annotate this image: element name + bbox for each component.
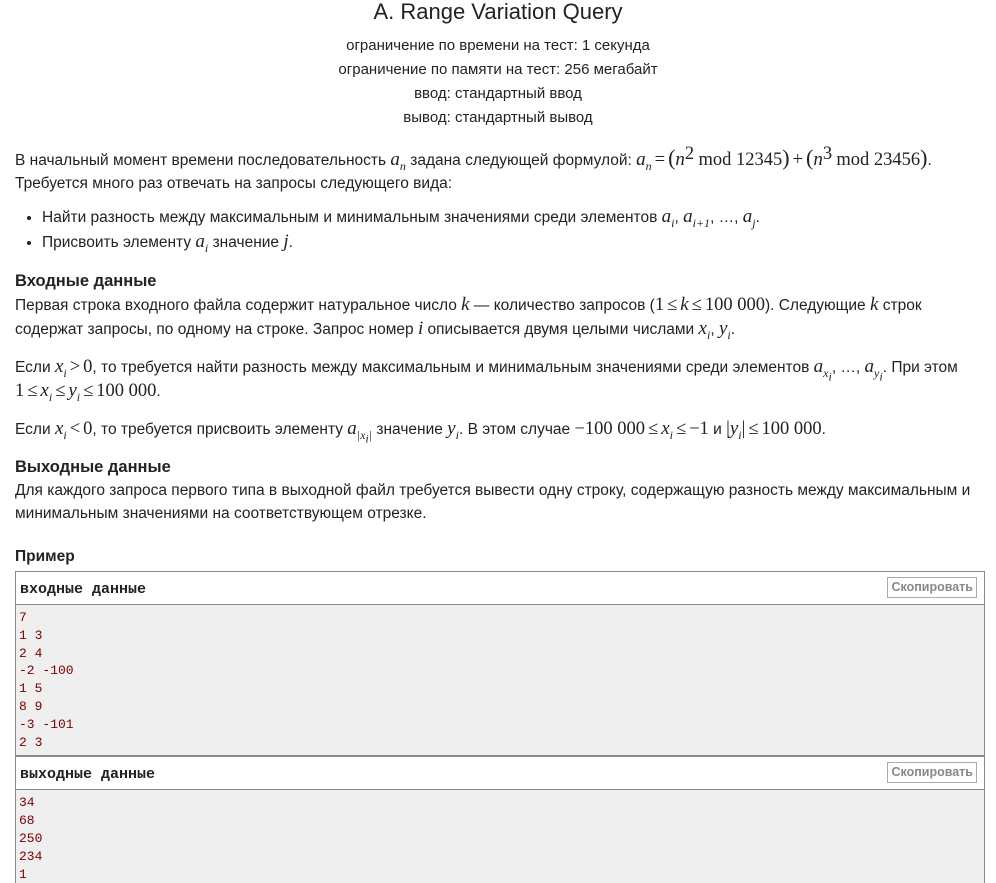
input-paragraph: Первая строка входного файла содержит на…: [15, 294, 922, 342]
input-paragraph: Если xi <0, то требуется присвоить элемен…: [15, 418, 826, 446]
sample-input-text: 7 1 3 2 4 -2 -100 1 5 8 9 -3 -101 2 3: [16, 605, 984, 756]
example-heading: Пример: [15, 548, 75, 565]
statement-text: задана следующей формулой:: [410, 152, 632, 169]
output-paragraph: Для каждого запроса первого типа в выход…: [15, 482, 971, 522]
output-heading: Выходные данные: [15, 458, 171, 476]
problem-limits: ограничение по времени на тест: 1 секунд…: [0, 36, 996, 132]
query-types-list: Найти разность между максимальным и мини…: [15, 205, 985, 255]
problem-page: A. Range Variation Query ограничение по …: [0, 0, 996, 883]
sample-output-title: выходные данные: [20, 766, 156, 784]
input-file: ввод: стандартный ввод: [414, 85, 582, 102]
sample-input-header: входные данные Скопировать: [16, 572, 984, 605]
problem-header: A. Range Variation Query ограничение по …: [0, 0, 996, 132]
copy-output-button[interactable]: Скопировать: [887, 762, 977, 784]
sample-output-text: 34 68 250 234 1: [16, 790, 984, 883]
output-file: вывод: стандартный вывод: [403, 109, 593, 126]
input-heading: Входные данные: [15, 272, 157, 290]
statement-paragraph: В начальный момент времени последователь…: [15, 143, 932, 192]
list-item: Присвоить элементу ai значение j.: [42, 230, 985, 255]
sample-output-box: выходные данные Скопировать 34 68 250 23…: [15, 756, 985, 883]
sample-input-title: входные данные: [20, 581, 147, 598]
statement-text: Требуется много раз отвечать на запросы …: [15, 175, 453, 192]
statement-text: В начальный момент времени последователь…: [15, 152, 387, 169]
list-item: Найти разность между максимальным и мини…: [42, 205, 985, 230]
sample-output-header: выходные данные Скопировать: [16, 757, 984, 791]
memory-limit: ограничение по памяти на тест: 256 мегаб…: [338, 61, 658, 78]
copy-input-button[interactable]: Скопировать: [887, 577, 977, 598]
sample-input-box: входные данные Скопировать 7 1 3 2 4 -2 …: [15, 571, 985, 757]
time-limit: ограничение по времени на тест: 1 секунд…: [346, 37, 650, 54]
input-paragraph: Если xi >0, то требуется найти разность м…: [15, 356, 958, 404]
problem-statement: В начальный момент времени последователь…: [15, 143, 985, 883]
problem-title: A. Range Variation Query: [373, 0, 623, 24]
